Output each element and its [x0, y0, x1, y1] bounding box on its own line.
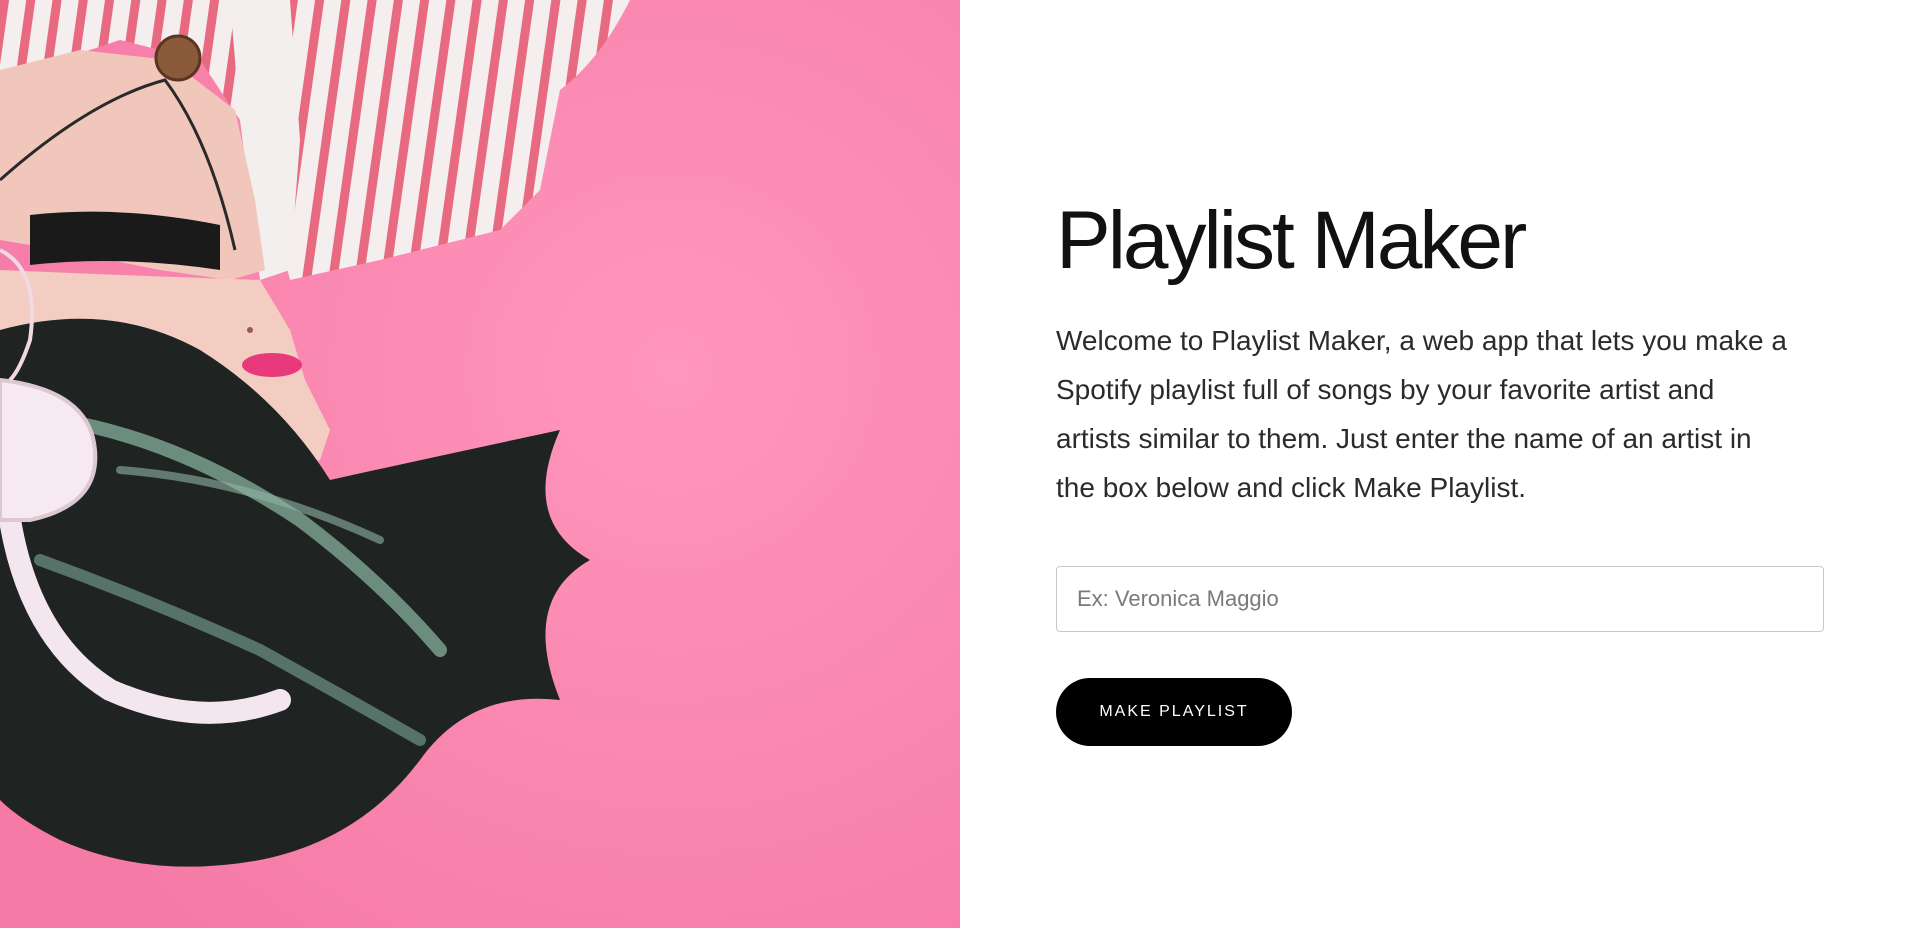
main-content: Playlist Maker Welcome to Playlist Maker…	[1056, 195, 1824, 747]
artist-search-input[interactable]	[1056, 566, 1824, 633]
hero-photo	[0, 0, 960, 928]
beauty-mark	[247, 327, 253, 333]
choker	[30, 211, 220, 270]
lips	[242, 353, 302, 377]
page: Playlist Maker Welcome to Playlist Maker…	[0, 0, 1920, 928]
pendant	[154, 34, 202, 82]
page-title: Playlist Maker	[1056, 195, 1527, 286]
intro-text: Welcome to Playlist Maker, a web app tha…	[1056, 325, 1787, 504]
make-playlist-button[interactable]: MAKE PLAYLIST	[1056, 678, 1292, 747]
hero-illustration	[0, 0, 960, 928]
